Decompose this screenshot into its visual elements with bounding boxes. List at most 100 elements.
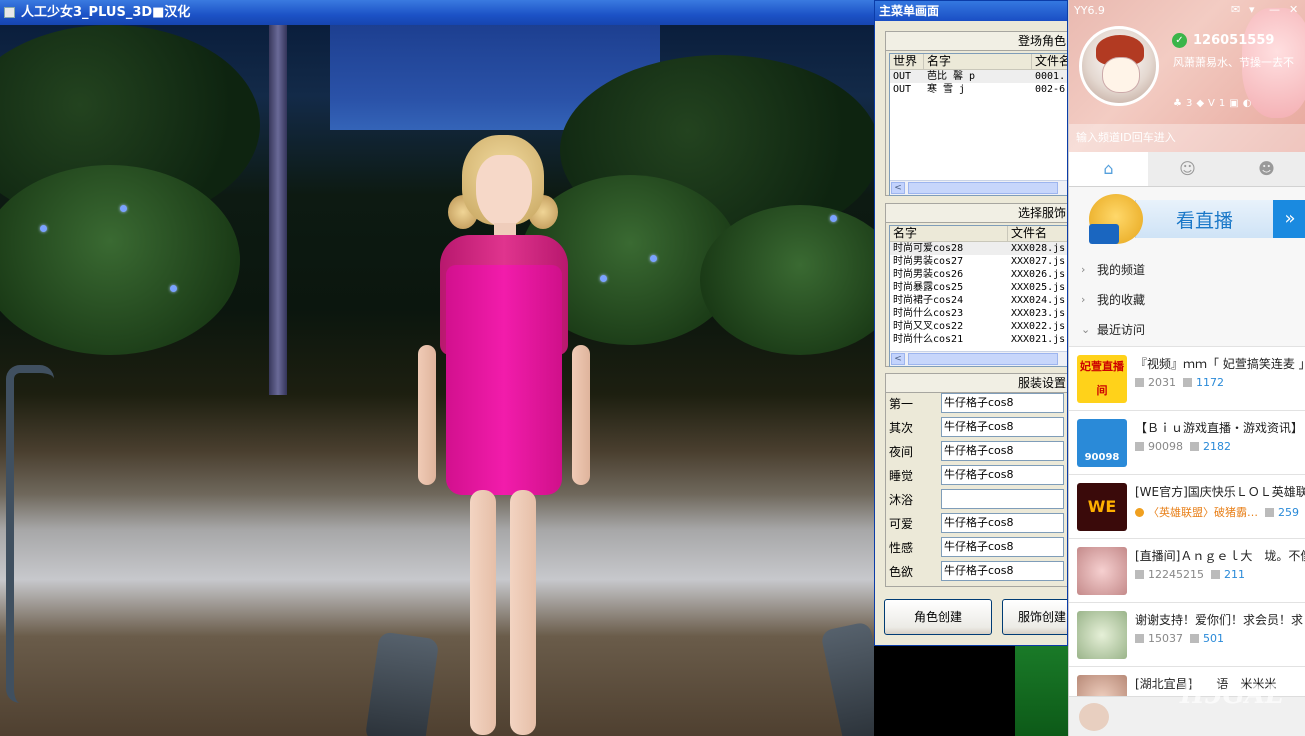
setting-row: 睡觉 牛仔格子cos8 [886,464,1064,486]
app-icon [4,7,15,18]
setting-field[interactable]: 牛仔格子cos8 [941,465,1064,485]
character-row[interactable]: OUT 寒 雪 j 002-6 [890,83,1067,96]
channel-item[interactable]: WE [WE官方]国庆快乐ＬＯＬ英雄联盟 〈英雄联盟〉破猪霸… 259 [1069,474,1305,538]
col-file[interactable]: 文件名 [1008,226,1067,241]
outfit-row[interactable]: 时尚又叉cos22 XXX022.js [890,320,1067,333]
channel-item[interactable]: 90098 【Ｂｉｕ游戏直播・游戏资讯】 90098 2182 [1069,410,1305,474]
h5gal-watermark: H5GAL [1180,680,1284,710]
setting-field[interactable]: 牛仔格子cos8 [941,393,1064,413]
cell-name: 寒 雪 j [927,84,966,95]
user-avatar[interactable] [1079,26,1159,106]
channel-id: 12245215 [1148,568,1204,581]
flower [120,205,127,212]
setting-field[interactable]: 牛仔格子cos8 [941,417,1064,437]
channel-item[interactable]: 谢谢支持！爱你们！求会员！求 15037 501 [1069,602,1305,666]
channel-item[interactable]: [直播间]Ａｎｇｅｌ大 垅。不傻 12245215 211 [1069,538,1305,602]
tab-groups-icon[interactable]: ☻ [1227,152,1305,186]
setting-field[interactable]: 牛仔格子cos8 [941,561,1064,581]
setting-field[interactable]: 牛仔格子cos8 [941,537,1064,557]
scroll-thumb[interactable] [908,353,1058,365]
setting-row: 其次 牛仔格子cos8 [886,416,1064,438]
setting-row: 第一 牛仔格子cos8 [886,392,1064,414]
character-leg-left [470,490,496,735]
replay-icon[interactable]: ◐ [1243,98,1252,109]
close-icon[interactable]: ✕ [1289,3,1298,16]
nav-recent-visits[interactable]: ⌄ 最近访问 [1069,316,1305,344]
user-badges: ♣ 3 ◆ V1 ▣ ◐ [1173,98,1251,109]
foreground-stone [820,621,874,736]
setting-field[interactable]: 牛仔格子cos8 [941,513,1064,533]
channel-id: 15037 [1148,632,1183,645]
tab-home-icon[interactable]: ⌂ [1069,152,1148,186]
channel-id-search-input[interactable]: 输入频道ID回车进入 [1069,124,1305,152]
cell-file: XXX028.js [1011,243,1066,254]
channel-item[interactable]: 妃萱直播间 『视频』ｍｍ「 妃萱搞笑连麦 」 2031 1172 [1069,346,1305,410]
setting-field[interactable] [941,489,1064,509]
character-model[interactable] [410,135,600,736]
watch-live-button[interactable]: 看直播 » [1135,200,1305,238]
vip-icon[interactable]: V [1208,98,1215,109]
setting-field[interactable]: 牛仔格子cos8 [941,441,1064,461]
cell-name: 时尚可爱cos28 [893,243,964,254]
character-row[interactable]: OUT 芭比 馨 p 0001. [890,70,1067,83]
live-banner[interactable]: 看直播 » [1069,186,1305,254]
channel-title: 谢谢支持！爱你们！求会员！求 [1135,613,1304,627]
character-arm-left [418,345,436,485]
chevron-right-icon: › [1081,293,1086,306]
cell-world: OUT [893,84,912,95]
create-outfit-button[interactable]: 服饰创建 [1002,599,1067,635]
game-window-titlebar[interactable]: 人工少女3_PLUS_3D■汉化 [0,0,874,25]
outfits-list[interactable]: 名字 文件名 时尚可爱cos28 XXX028.js 时尚男装cos27 XXX02… [889,225,1067,367]
col-name[interactable]: 名字 [890,226,1008,241]
characters-list-header: 世界 名字 文件名 [890,54,1067,70]
channel-thumb [1077,547,1127,595]
outfit-row[interactable]: 时尚裙子cos24 XXX024.js [890,294,1067,307]
channel-id-icon [1135,442,1144,451]
outfit-row[interactable]: 时尚男装cos26 XXX026.js [890,268,1067,281]
video-icon[interactable]: ▣ [1229,98,1238,109]
characters-hscrollbar[interactable]: < [890,180,1067,195]
channel-title: [直播间]Ａｎｇｅｌ大 垅。不傻 [1135,549,1305,563]
outfit-row[interactable]: 时尚可爱cos28 XXX028.js [890,242,1067,255]
game-window-title: 人工少女3_PLUS_3D■汉化 [21,5,191,20]
outfit-row[interactable]: 时尚男装cos27 XXX027.js [890,255,1067,268]
mail-icon[interactable]: ✉ [1231,3,1240,16]
cell-file: XXX024.js [1011,295,1066,306]
game-3d-viewport[interactable] [0,25,874,736]
channel-id: 90098 [1148,440,1183,453]
lamp-pole [269,25,287,395]
nav-my-channels[interactable]: › 我的频道 [1069,256,1305,284]
outfit-row[interactable]: 时尚什么cos23 XXX023.js [890,307,1067,320]
game-badge-icon[interactable]: ♣ [1173,98,1182,109]
characters-list[interactable]: 世界 名字 文件名 OUT 芭比 馨 p 0001. OUT 寒 雪 j 002… [889,53,1067,196]
tab-contacts-icon[interactable]: ☺ [1148,152,1227,186]
main-menu-title[interactable]: 主菜单画面 [875,1,1067,21]
setting-label: 夜间 [889,444,914,459]
chevron-right-icon: › [1081,263,1086,276]
minimize-icon[interactable]: — [1269,3,1280,16]
col-name[interactable]: 名字 [924,54,1032,69]
setting-label: 睡觉 [889,468,914,483]
skin-icon[interactable]: ▾ [1249,3,1255,16]
scroll-left-icon[interactable]: < [891,182,905,194]
outfits-hscrollbar[interactable]: < [890,351,1067,366]
create-character-button[interactable]: 角色创建 [884,599,992,635]
col-world[interactable]: 世界 [890,54,924,69]
user-signature[interactable]: 风萧萧易水、节操一去不 [1173,54,1294,70]
footer-mascot-icon[interactable] [1079,703,1109,731]
user-count-icon [1183,378,1192,387]
channel-meta: 90098 2182 [1135,440,1305,453]
cell-file: XXX023.js [1011,308,1066,319]
outfit-row[interactable]: 时尚什么cos21 XXX021.js [890,333,1067,346]
diamond-icon[interactable]: ◆ [1196,98,1204,109]
col-file[interactable]: 文件名 [1032,54,1067,69]
main-menu-dialog: 主菜单画面 登场角色 世界 名字 文件名 OUT 芭比 馨 p 0001. OU… [874,0,1068,646]
scroll-thumb[interactable] [908,182,1058,194]
online-status-icon[interactable]: ✓ [1172,33,1187,48]
user-count: 259 [1278,506,1299,519]
outfit-row[interactable]: 时尚暴露cos25 XXX025.js [890,281,1067,294]
channel-thumb: 90098 [1077,419,1127,467]
cell-name: 芭比 馨 p [927,71,976,82]
scroll-left-icon[interactable]: < [891,353,905,365]
nav-my-favorites[interactable]: › 我的收藏 [1069,286,1305,314]
